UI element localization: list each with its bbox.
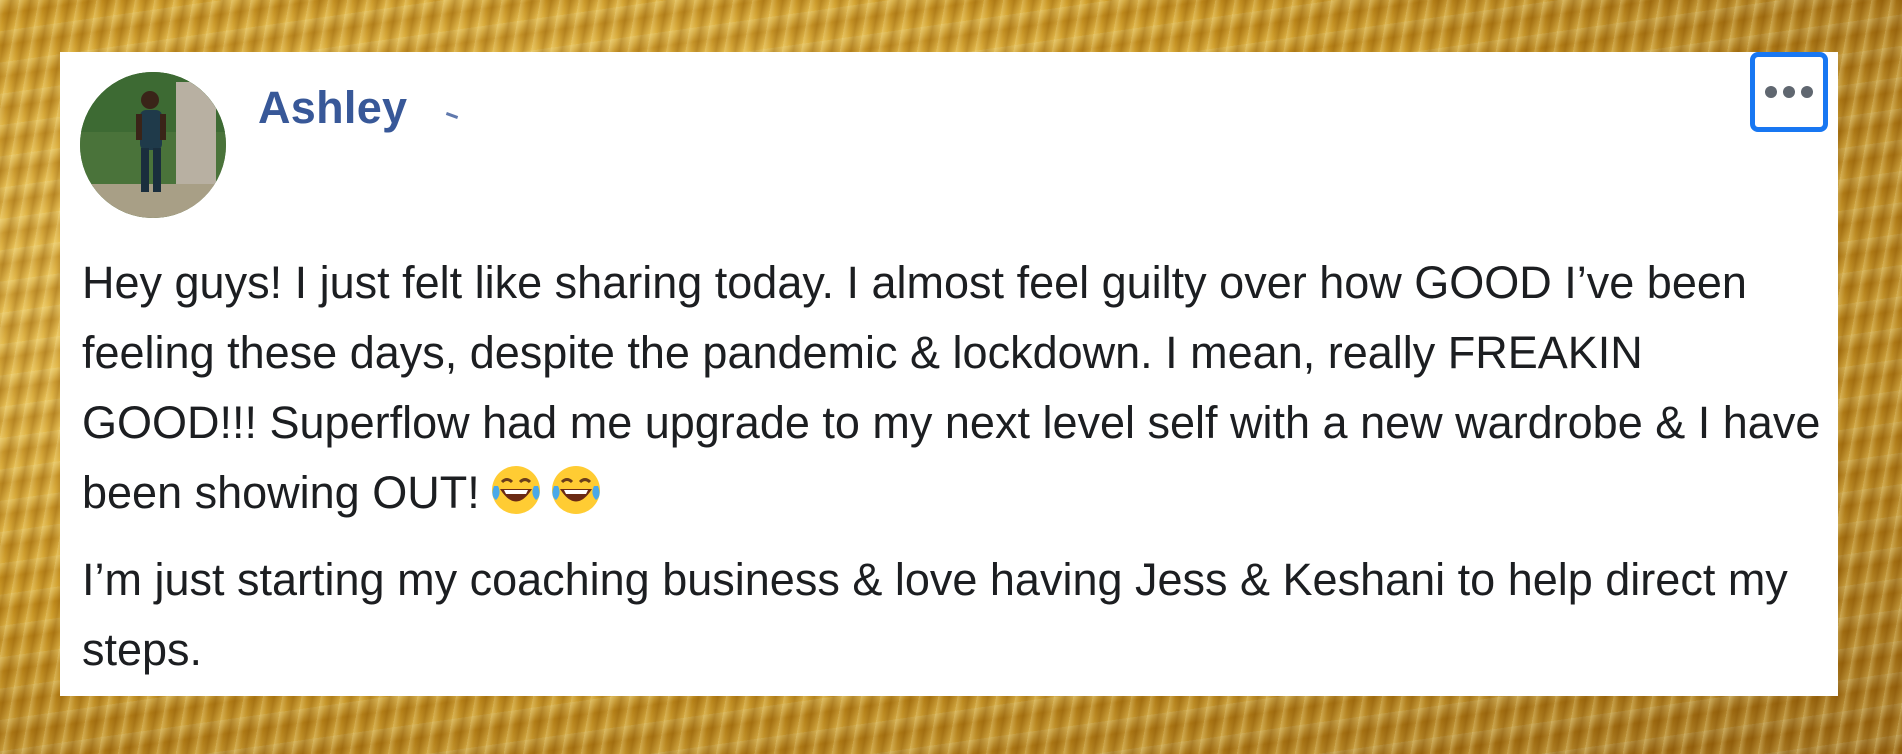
author-avatar[interactable] bbox=[80, 72, 226, 218]
more-options-icon-dot bbox=[1801, 86, 1813, 98]
author-name[interactable]: Ashley bbox=[258, 82, 407, 134]
post-card: Ashley Hey guys! I just felt like sharin… bbox=[60, 52, 1838, 696]
post-body: Hey guys! I just felt like sharing today… bbox=[82, 248, 1822, 685]
author-name-mark bbox=[445, 112, 459, 119]
more-options-icon bbox=[1765, 86, 1777, 98]
more-options-button[interactable] bbox=[1750, 52, 1828, 132]
more-options-icon-dot bbox=[1783, 86, 1795, 98]
laughing-tears-emoji bbox=[551, 466, 600, 514]
avatar-photo bbox=[80, 72, 226, 218]
post-paragraph-text: Hey guys! I just felt like sharing today… bbox=[82, 257, 1821, 518]
laughing-tears-emoji bbox=[491, 466, 540, 514]
post-paragraph: Hey guys! I just felt like sharing today… bbox=[82, 248, 1822, 528]
post-paragraph: I’m just starting my coaching business &… bbox=[82, 554, 1788, 675]
